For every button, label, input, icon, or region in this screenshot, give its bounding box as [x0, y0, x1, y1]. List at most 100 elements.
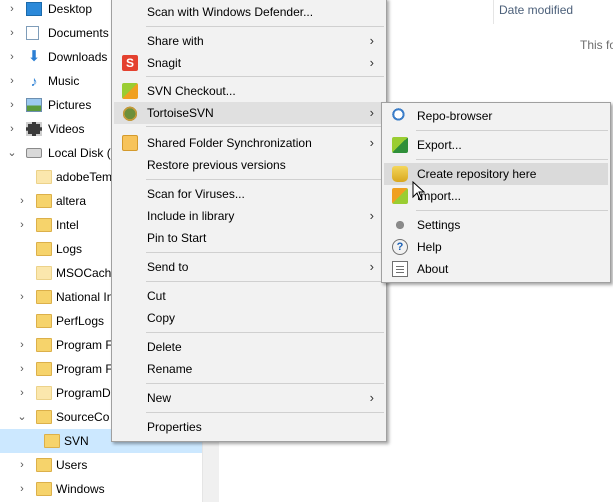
tree-item-windows[interactable]: › Windows [0, 477, 202, 501]
menu-separator [146, 26, 384, 27]
menu-item-tortoisesvn[interactable]: TortoiseSVN › [114, 102, 384, 124]
chevron-right-icon[interactable]: › [6, 45, 18, 69]
menu-item-snagit[interactable]: S Snagit › [114, 52, 384, 74]
menu-item-label: Export... [417, 138, 462, 152]
tortoise-icon [122, 105, 138, 121]
pictures-icon [26, 98, 42, 112]
folder-icon [36, 242, 52, 256]
menu-separator [146, 76, 384, 77]
chevron-right-icon[interactable]: › [16, 333, 28, 357]
chevron-right-icon[interactable]: › [16, 213, 28, 237]
menu-item-shared-folder-sync[interactable]: Shared Folder Synchronization › [114, 132, 384, 154]
tree-item-label: SourceCo [56, 410, 110, 424]
import-icon [392, 188, 408, 204]
column-divider[interactable] [493, 0, 494, 24]
tree-item-users[interactable]: › Users [0, 453, 202, 477]
menu-item-svn-checkout[interactable]: SVN Checkout... [114, 80, 384, 102]
folder-icon [36, 290, 52, 304]
menu-item-send-to[interactable]: Send to › [114, 256, 384, 278]
menu-separator [146, 383, 384, 384]
menu-item-label: Create repository here [417, 167, 537, 181]
menu-item-copy[interactable]: Copy [114, 307, 384, 329]
chevron-right-icon[interactable]: › [16, 477, 28, 501]
tree-item-label: Music [48, 74, 80, 88]
menu-separator [416, 159, 608, 160]
menu-separator [146, 412, 384, 413]
chevron-right-icon[interactable]: › [16, 285, 28, 309]
menu-item-about[interactable]: About [384, 258, 608, 280]
folder-icon [36, 314, 52, 328]
menu-item-label: Settings [417, 218, 461, 232]
menu-item-export[interactable]: Export... [384, 134, 608, 156]
menu-separator [416, 130, 608, 131]
tree-item-label: altera [56, 194, 87, 208]
folder-icon [36, 218, 52, 232]
chevron-right-icon: › [369, 135, 374, 150]
chevron-right-icon[interactable]: › [16, 189, 28, 213]
menu-item-label: Share with [147, 34, 204, 48]
chevron-right-icon: › [369, 259, 374, 274]
menu-item-label: Pin to Start [147, 231, 207, 245]
menu-item-repo-browser[interactable]: Repo-browser [384, 105, 608, 127]
mouse-cursor-icon [412, 181, 426, 201]
settings-icon [392, 217, 408, 233]
menu-item-label: New [147, 391, 172, 405]
menu-item-label: Send to [147, 260, 189, 274]
tree-item-label: Local Disk (C [48, 146, 120, 160]
menu-separator [416, 210, 608, 211]
menu-separator [146, 281, 384, 282]
menu-item-new[interactable]: New › [114, 387, 384, 409]
tree-item-label: Documents [48, 26, 109, 40]
chevron-down-icon[interactable]: ⌄ [6, 141, 18, 165]
menu-item-settings[interactable]: Settings [384, 214, 608, 236]
snagit-icon: S [122, 55, 138, 71]
chevron-right-icon[interactable]: › [16, 453, 28, 477]
menu-item-label: Snagit [147, 56, 182, 70]
menu-item-scan-defender[interactable]: Scan with Windows Defender... [114, 1, 384, 23]
chevron-right-icon[interactable]: › [6, 69, 18, 93]
menu-item-properties[interactable]: Properties [114, 416, 384, 438]
column-header-date-modified[interactable]: Date modified [499, 3, 573, 17]
about-icon [392, 261, 408, 277]
chevron-down-icon[interactable]: ⌄ [16, 405, 28, 429]
menu-item-label: SVN Checkout... [147, 84, 236, 98]
tree-item-label: MSOCache [56, 266, 119, 280]
menu-item-include-library[interactable]: Include in library › [114, 205, 384, 227]
folder-icon [36, 362, 52, 376]
folder-icon [36, 410, 52, 424]
chevron-right-icon[interactable]: › [6, 21, 18, 45]
tree-item-label: Logs [56, 242, 83, 256]
menu-item-cut[interactable]: Cut [114, 285, 384, 307]
chevron-right-icon[interactable]: › [16, 381, 28, 405]
menu-item-label: Copy [147, 311, 176, 325]
menu-item-scan-viruses[interactable]: Scan for Viruses... [114, 183, 384, 205]
menu-item-help[interactable]: ? Help [384, 236, 608, 258]
folder-icon [36, 386, 52, 400]
shared-folder-icon [122, 135, 138, 151]
tree-item-label: PerfLogs [56, 314, 105, 328]
menu-item-restore-versions[interactable]: Restore previous versions [114, 154, 384, 176]
chevron-right-icon[interactable]: › [6, 0, 18, 21]
folder-icon [36, 170, 52, 184]
videos-icon [26, 122, 42, 136]
menu-item-share-with[interactable]: Share with › [114, 30, 384, 52]
drive-icon [26, 148, 42, 158]
menu-item-rename[interactable]: Rename [114, 358, 384, 380]
chevron-right-icon[interactable]: › [6, 93, 18, 117]
tree-item-label: SVN [64, 434, 89, 448]
menu-item-pin-start[interactable]: Pin to Start [114, 227, 384, 249]
menu-item-label: Delete [147, 340, 182, 354]
chevron-right-icon[interactable]: › [6, 117, 18, 141]
chevron-right-icon: › [369, 105, 374, 120]
folder-icon [36, 458, 52, 472]
tree-item-label: Desktop [48, 2, 93, 16]
menu-item-delete[interactable]: Delete [114, 336, 384, 358]
tree-item-label: ProgramD [56, 386, 111, 400]
menu-item-label: Scan with Windows Defender... [147, 5, 314, 19]
menu-item-label: Rename [147, 362, 193, 376]
menu-item-label: TortoiseSVN [147, 106, 214, 120]
menu-item-label: Restore previous versions [147, 158, 286, 172]
menu-separator [146, 252, 384, 253]
tree-item-label: Videos [48, 122, 85, 136]
chevron-right-icon[interactable]: › [16, 357, 28, 381]
